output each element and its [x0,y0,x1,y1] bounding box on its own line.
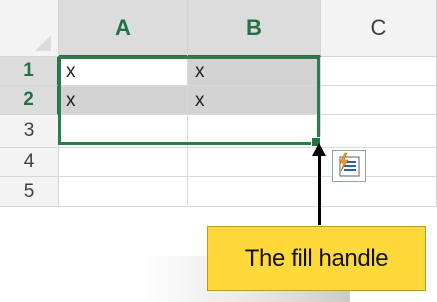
callout-text: The fill handle [244,244,389,272]
flash-fill-icon [339,152,360,177]
row-header-1[interactable]: 1 [0,57,59,86]
flash-fill-options-button[interactable] [332,150,366,182]
cell-a5[interactable] [59,177,188,207]
cell-a4[interactable] [59,148,188,177]
row-header-5[interactable]: 5 [0,177,59,207]
arrow-line [318,153,321,225]
column-header-a[interactable]: A [59,0,188,57]
row-header-3[interactable]: 3 [0,115,59,148]
cell-b4[interactable] [188,148,321,177]
row-header-4[interactable]: 4 [0,148,59,177]
column-header-b[interactable]: B [188,0,321,57]
select-all-triangle-icon [35,35,51,51]
cell-c1[interactable] [321,57,437,86]
selection-outline [58,56,320,145]
select-all-corner[interactable] [0,0,59,57]
cell-b5[interactable] [188,177,321,207]
row-header-2[interactable]: 2 [0,86,59,115]
cell-c2[interactable] [321,86,437,115]
cell-c3[interactable] [321,115,437,148]
spreadsheet: A B C 1 x x 2 x x 3 4 5 The fill handle [0,0,437,302]
fill-handle-callout: The fill handle [207,226,426,291]
column-header-c[interactable]: C [321,0,437,57]
